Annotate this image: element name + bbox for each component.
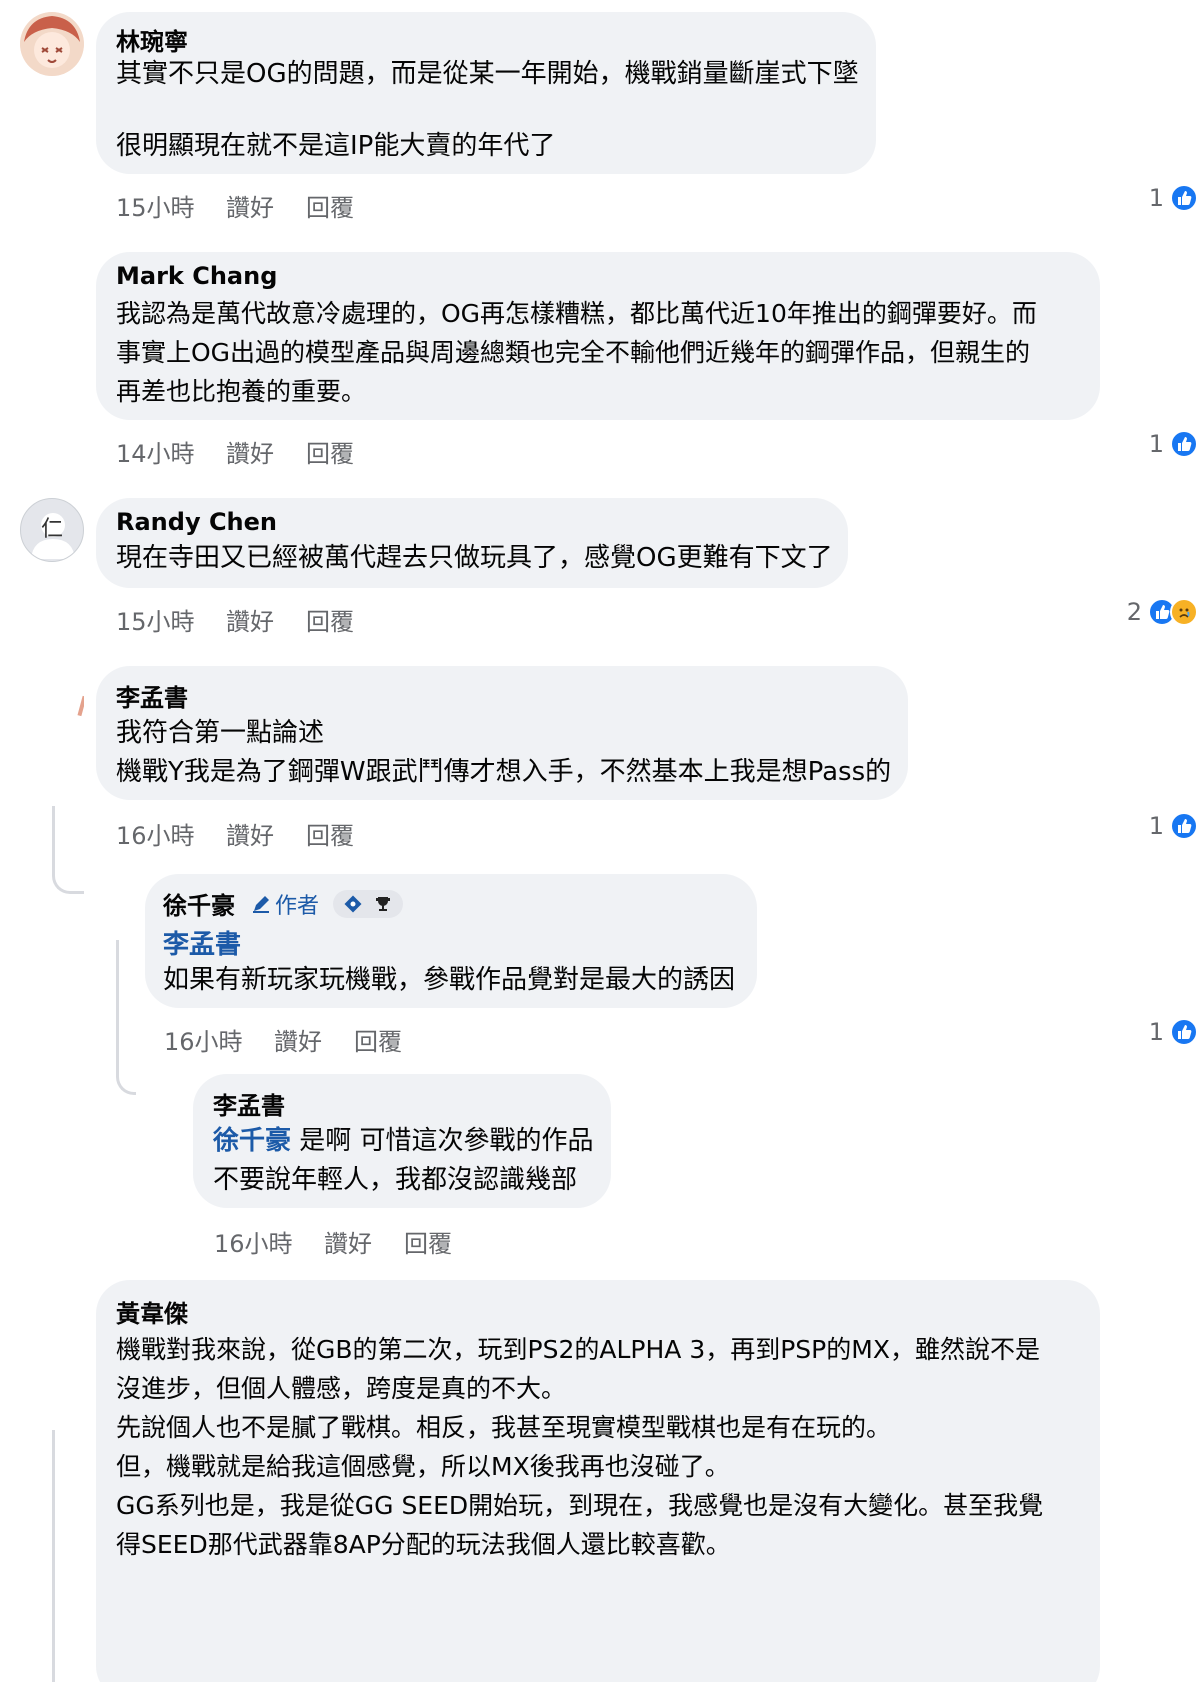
like-button[interactable]: 讚好 <box>324 1224 372 1259</box>
comment-time[interactable]: 16小時 <box>164 1022 243 1057</box>
comment-time[interactable]: 16小時 <box>214 1224 293 1259</box>
reaction-count[interactable]: 1 <box>1149 810 1198 842</box>
comment-author[interactable]: Randy Chen <box>116 508 277 536</box>
reaction-count[interactable]: 2 <box>1127 596 1198 628</box>
comment-time[interactable]: 15小時 <box>116 188 195 223</box>
avatar[interactable]: 仁 <box>20 498 84 562</box>
comment-text: 如果有新玩家玩機戰，參戰作品覺對是最大的誘因 <box>163 965 736 995</box>
mention-link[interactable]: 徐千豪 <box>213 1126 291 1156</box>
anime-avatar-icon <box>20 12 84 76</box>
reaction-number: 1 <box>1148 430 1164 458</box>
like-button[interactable]: 讚好 <box>226 602 274 637</box>
comment-author[interactable]: 黃韋傑 <box>116 1294 188 1329</box>
reply-button[interactable]: 回覆 <box>404 1224 452 1259</box>
reaction-number: 1 <box>1148 1018 1164 1046</box>
comment-text: 機戰對我來說，從GB的第二次，玩到PS2的ALPHA 3，再到PSP的MX，雖然… <box>116 1335 1044 1559</box>
like-button[interactable]: 讚好 <box>274 1022 322 1057</box>
reaction-number: 1 <box>1148 812 1164 840</box>
thread-connector <box>52 1430 55 1682</box>
comment-bubble: 林琬寧 其實不只是OG的問題，而是從某一年開始，機戰銷量斷崖式下墜 很明顯現在就… <box>96 12 876 174</box>
comment-text: 不要說年輕人，我都沒認識幾部 <box>213 1165 578 1195</box>
thread-connector <box>52 806 84 894</box>
like-button[interactable]: 讚好 <box>226 434 274 469</box>
trophy-icon <box>376 896 391 911</box>
comment-time[interactable]: 16小時 <box>116 816 195 851</box>
comment-text-line: 徐千豪 是啊 可惜這次參戰的作品 <box>213 1122 594 1161</box>
thread-connector <box>116 940 136 1095</box>
thumbs-up-icon <box>1170 1018 1198 1046</box>
comment-text: 我認為是萬代故意冷處理的，OG再怎樣糟糕，都比萬代近10年推出的鋼彈要好。而 事… <box>116 299 1037 406</box>
comment-author[interactable]: 徐千豪 <box>163 886 235 921</box>
comment-text: 現在寺田又已經被萬代趕去只做玩具了，感覺OG更難有下文了 <box>116 543 833 573</box>
like-button[interactable]: 讚好 <box>226 188 274 223</box>
pencil-icon <box>253 895 269 913</box>
author-badge-label: 作者 <box>275 893 320 919</box>
reply-button[interactable]: 回覆 <box>306 816 354 851</box>
comment-bubble: Mark Chang 我認為是萬代故意冷處理的，OG再怎樣糟糕，都比萬代近10年… <box>96 252 1100 420</box>
avatar[interactable] <box>20 12 84 76</box>
comment-text: 我符合第一點論述 機戰Y我是為了鋼彈W跟武鬥傳才想入手，不然基本上我是想Pass… <box>116 718 892 787</box>
reaction-count[interactable]: 1 <box>1149 428 1198 460</box>
comment-author[interactable]: 李孟書 <box>213 1086 285 1121</box>
author-badge: 作者 <box>251 888 319 920</box>
comment-author[interactable]: 林琬寧 <box>116 22 188 57</box>
reply-bubble: 徐千豪 作者 李孟書 如果有新玩家玩機戰，參戰作品覺對是最大的誘因 <box>145 874 757 1008</box>
thumbs-up-icon <box>1170 430 1198 458</box>
comment-bubble: Randy Chen 現在寺田又已經被萬代趕去只做玩具了，感覺OG更難有下文了 <box>96 498 848 588</box>
reply-button[interactable]: 回覆 <box>306 434 354 469</box>
comment-text: 是啊 可惜這次參戰的作品 <box>291 1126 594 1156</box>
comment-text: 其實不只是OG的問題，而是從某一年開始，機戰銷量斷崖式下墜 很明顯現在就不是這I… <box>116 59 859 161</box>
badge-pill[interactable] <box>333 889 404 918</box>
comment-bubble: 黃韋傑 機戰對我來說，從GB的第二次，玩到PS2的ALPHA 3，再到PSP的M… <box>96 1280 1100 1682</box>
mention-link[interactable]: 李孟書 <box>163 924 241 961</box>
comment-author[interactable]: 李孟書 <box>116 678 188 713</box>
reply-author-row: 徐千豪 作者 <box>163 886 404 921</box>
like-button[interactable]: 讚好 <box>226 816 274 851</box>
reply-button[interactable]: 回覆 <box>306 602 354 637</box>
reaction-count[interactable]: 1 <box>1149 1016 1198 1048</box>
reaction-count[interactable]: 1 <box>1149 182 1198 214</box>
avatar[interactable] <box>20 666 84 730</box>
reply-button[interactable]: 回覆 <box>354 1022 402 1057</box>
thumbs-up-icon <box>1170 184 1198 212</box>
reaction-number: 1 <box>1148 184 1164 212</box>
comment-author[interactable]: Mark Chang <box>116 262 277 290</box>
reaction-number: 2 <box>1126 598 1142 626</box>
thumbs-up-icon <box>1170 812 1198 840</box>
comment-time[interactable]: 14小時 <box>116 434 195 469</box>
comment-time[interactable]: 15小時 <box>116 602 195 637</box>
avatar-initial: 仁 <box>41 517 64 542</box>
comment-bubble: 李孟書 我符合第一點論述 機戰Y我是為了鋼彈W跟武鬥傳才想入手，不然基本上我是想… <box>96 666 908 800</box>
reply-bubble: 李孟書 徐千豪 是啊 可惜這次參戰的作品 不要說年輕人，我都沒認識幾部 <box>193 1074 611 1208</box>
diamond-badge-icon <box>344 895 362 912</box>
reply-button[interactable]: 回覆 <box>306 188 354 223</box>
sad-face-icon <box>1170 598 1198 626</box>
